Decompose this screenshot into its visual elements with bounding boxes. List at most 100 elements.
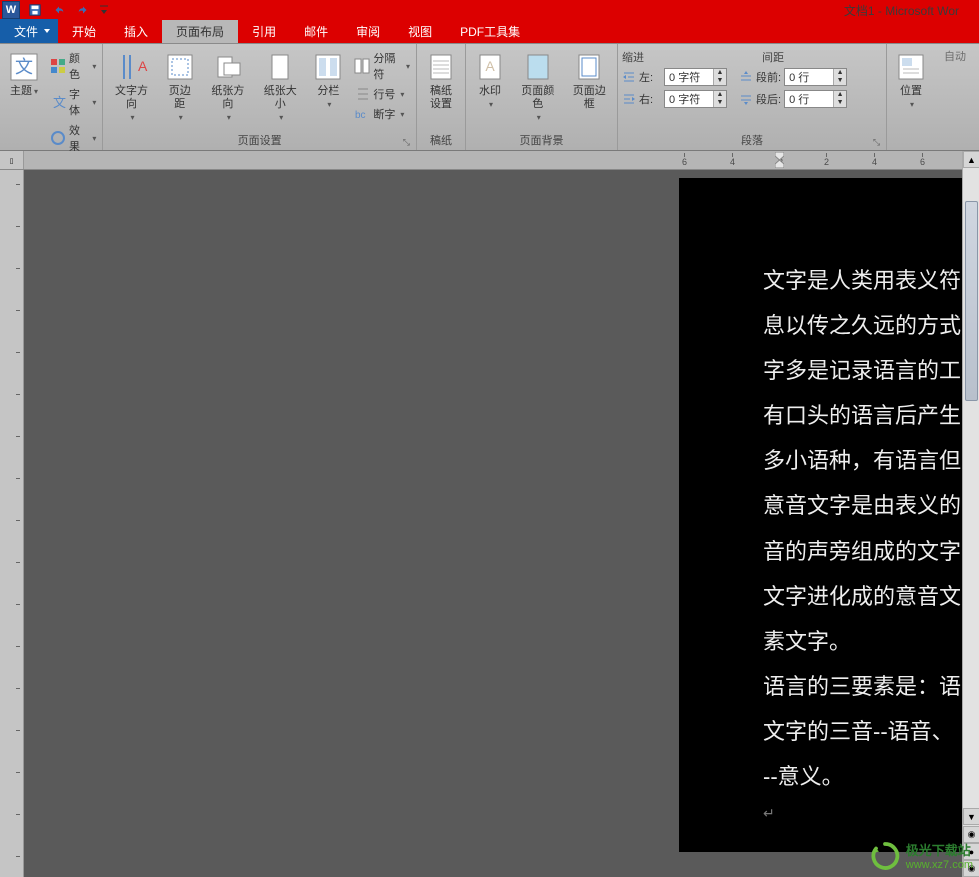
ruler-v-mark [16,688,20,689]
spinner-down[interactable]: ▼ [714,99,726,107]
theme-colors-button[interactable]: 颜色 [48,49,98,83]
ruler-tick: 4 [730,153,735,167]
dropdown-icon [227,113,231,122]
dropdown-icon [327,100,331,109]
page-border-button[interactable]: 页面边框 [565,49,613,113]
document-text-line[interactable]: 文字是人类用表义符 [763,258,979,303]
watermark-button[interactable]: A 水印 [470,49,510,113]
text-direction-icon: A [116,51,148,83]
ruler-horizontal[interactable]: ▯ 64224681012141618 [0,151,979,170]
paper-setting-button[interactable]: 稿纸设置 [421,49,461,113]
redo-icon [76,3,90,17]
position-button[interactable]: 位置 [891,49,931,113]
ruler-v-mark [16,226,20,227]
document-text-line[interactable]: 多小语种，有语言但 [763,438,979,483]
group-para-label[interactable]: 段落 [622,130,882,150]
group-paper: 稿纸设置 稿纸 [417,44,466,150]
scroll-thumb[interactable] [965,201,978,401]
spinner-down[interactable]: ▼ [834,77,846,85]
indent-left-input[interactable]: 0 字符▲▼ [664,68,727,86]
fonts-icon: 文 [50,94,66,110]
spinner-up[interactable]: ▲ [834,69,846,77]
hyphenation-button[interactable]: bc 断字 [352,105,412,123]
scroll-down-button[interactable]: ▼ [963,808,979,825]
indent-left-label: 左: [639,69,661,85]
document-text-line[interactable]: 素文字。 [763,619,979,664]
page-color-button[interactable]: 页面颜色 [514,49,562,126]
colors-label: 颜色 [69,50,87,82]
document-text-line[interactable]: 息以传之久远的方式 [763,303,979,348]
ruler-v-mark [16,310,20,311]
undo-button[interactable] [50,1,68,19]
document-text-line[interactable]: 意音文字是由表义的 [763,483,979,528]
scroll-up-button[interactable]: ▲ [963,151,979,168]
dropdown-icon [537,113,541,122]
tab-home[interactable]: 开始 [58,19,110,43]
first-line-indent-marker[interactable] [775,152,784,168]
text-direction-button[interactable]: A 文字方向 [107,49,155,126]
dropdown-icon [99,2,109,18]
spinner-up[interactable]: ▲ [714,69,726,77]
document-text-line[interactable]: 文字进化成的意音文 [763,574,979,619]
margins-label: 页边距 [169,85,191,110]
ruler-v-mark [16,772,20,773]
tab-file[interactable]: 文件 [0,19,58,43]
spinner-up[interactable]: ▲ [834,91,846,99]
ruler-corner[interactable]: ▯ [0,151,24,170]
theme-button[interactable]: 文 主题 [4,49,44,100]
tab-pdf-tools[interactable]: PDF工具集 [446,19,534,43]
tab-insert[interactable]: 插入 [110,19,162,43]
spacing-title: 间距 [762,49,882,67]
spacing-before-input[interactable]: 0 行▲▼ [784,68,847,86]
position-label: 位置 [900,85,922,97]
redo-button[interactable] [74,1,92,19]
columns-button[interactable]: 分栏 [308,49,348,113]
group-page-setup-label[interactable]: 页面设置 [107,130,412,150]
document-text-line[interactable]: 文字的三音--语音、 [763,709,979,754]
spacing-after-input[interactable]: 0 行▲▼ [784,90,847,108]
document-text-line[interactable]: ↵ [763,799,979,828]
group-paper-label: 稿纸 [421,130,461,150]
ruler-v-mark [16,856,20,857]
dropdown-icon [179,113,183,122]
indent-right-input[interactable]: 0 字符▲▼ [664,90,727,108]
ruler-vertical[interactable] [0,170,24,877]
group-theme: 文 主题 颜色 文 字体 效果 主题 [0,44,103,150]
breaks-button[interactable]: 分隔符 [352,49,412,83]
orientation-button[interactable]: 纸张方向 [204,49,252,126]
size-button[interactable]: 纸张大小 [256,49,304,126]
tab-review[interactable]: 审阅 [342,19,394,43]
spinner-up[interactable]: ▲ [714,91,726,99]
document-text-line[interactable]: --意义。 [763,754,979,799]
document-text-line[interactable]: 音的声旁组成的文字 [763,529,979,574]
breaks-icon [354,58,370,74]
document-page[interactable]: 文字是人类用表义符息以传之久远的方式字多是记录语言的工有口头的语言后产生多小语种… [679,178,979,852]
theme-fonts-button[interactable]: 文 字体 [48,85,98,119]
theme-effects-button[interactable]: 效果 [48,121,98,155]
spinner-down[interactable]: ▼ [834,99,846,107]
watermark-icon: A [474,51,506,83]
auto-button[interactable]: 自动 [935,49,975,66]
line-numbers-button[interactable]: 行号 [352,85,412,103]
page-border-icon [573,51,605,83]
save-button[interactable] [26,1,44,19]
spinner-down[interactable]: ▼ [714,77,726,85]
tab-references[interactable]: 引用 [238,19,290,43]
document-text-line[interactable]: 字多是记录语言的工 [763,348,979,393]
svg-text:A: A [485,58,495,74]
document-text-line[interactable]: 有口头的语言后产生 [763,393,979,438]
qat-more-button[interactable] [98,1,110,19]
breaks-label: 分隔符 [373,50,401,82]
position-icon [895,51,927,83]
ruler-tick: 2 [824,153,829,167]
group-arrange-label [891,146,975,150]
ruler-tick: 4 [872,153,877,167]
vertical-scrollbar[interactable]: ▲ ▼ ◉ ● ◉ [962,151,979,877]
dropdown-icon [92,98,96,107]
tab-page-layout[interactable]: 页面布局 [162,19,238,43]
document-text-line[interactable]: 语言的三要素是：语 [763,664,979,709]
tab-view[interactable]: 视图 [394,19,446,43]
document-canvas[interactable]: 文字是人类用表义符息以传之久远的方式字多是记录语言的工有口头的语言后产生多小语种… [24,170,979,877]
tab-mail[interactable]: 邮件 [290,19,342,43]
margins-button[interactable]: 页边距 [160,49,200,126]
